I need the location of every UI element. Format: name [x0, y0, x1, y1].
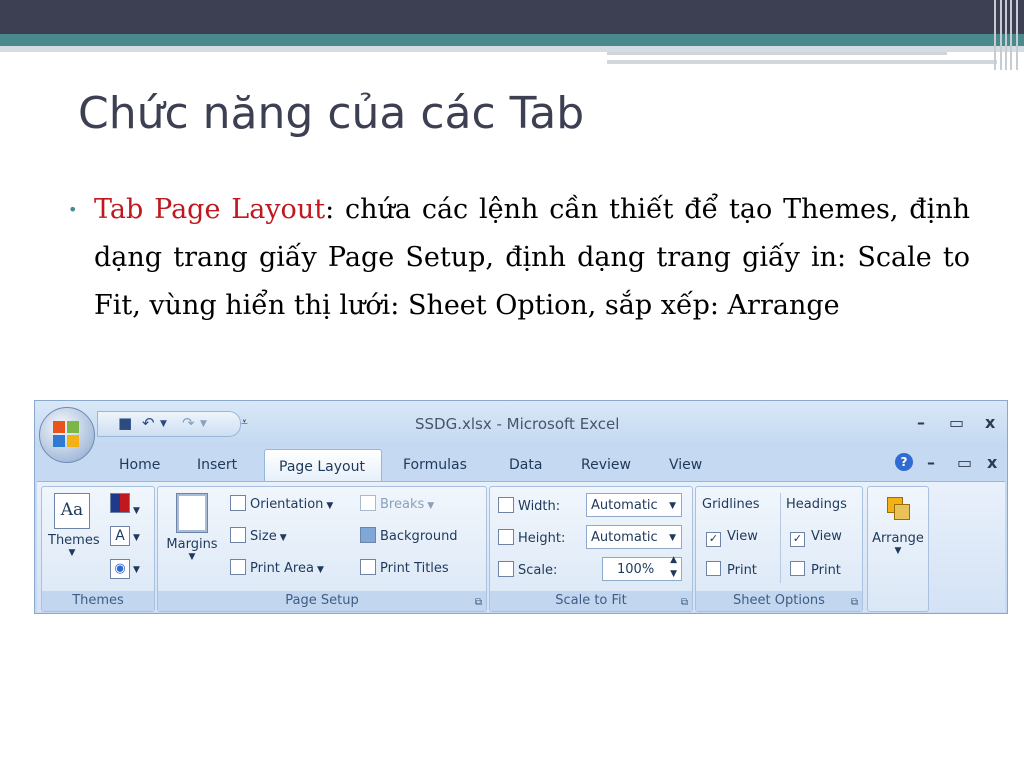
tab-page-layout-label: Page Layout: [279, 459, 365, 475]
minimize-button[interactable]: –: [917, 413, 925, 432]
save-icon[interactable]: ■: [118, 414, 132, 432]
width-select[interactable]: Automatic ▼: [586, 493, 682, 517]
redo-dropdown-icon[interactable]: ▼: [200, 419, 207, 429]
bullet-marker: •: [68, 200, 78, 219]
tab-data[interactable]: Data: [509, 457, 542, 473]
group-label-page-setup: Page Setup: [158, 591, 486, 611]
print-titles-button[interactable]: Print Titles: [360, 559, 449, 576]
orientation-icon: [230, 495, 246, 511]
bullet-lead: Tab Page Layout: [94, 194, 326, 225]
group-scale-to-fit: Width: Automatic ▼ Height: Automatic ▼ Sca…: [489, 486, 693, 612]
customize-icon[interactable]: ⩡: [241, 415, 248, 430]
margins-label: Margins: [166, 537, 218, 552]
group-arrange: Arrange ▼: [867, 486, 929, 612]
theme-effects-button[interactable]: ◉ ▼: [110, 557, 140, 579]
office-button[interactable]: [39, 407, 95, 463]
background-icon: [360, 527, 376, 543]
check-icon: ✓: [790, 532, 805, 547]
scale-label: Scale:: [498, 561, 557, 578]
breaks-button[interactable]: Breaks ▼: [360, 495, 434, 512]
group-label-scale-to-fit: Scale to Fit: [490, 591, 692, 611]
background-button[interactable]: Background: [360, 527, 458, 544]
help-icon[interactable]: ?: [895, 453, 913, 471]
breaks-icon: [360, 495, 376, 511]
workbook-restore-button[interactable]: ▭: [957, 453, 972, 472]
tab-review[interactable]: Review: [581, 457, 631, 473]
slide-header-bar: [0, 0, 1024, 34]
headings-print-checkbox[interactable]: Print: [790, 561, 841, 578]
effects-icon: ◉: [110, 559, 130, 579]
sheet-options-launcher-icon[interactable]: ⧉: [851, 597, 858, 608]
page-setup-launcher-icon[interactable]: ⧉: [475, 597, 482, 608]
theme-fonts-button[interactable]: A ▼: [110, 525, 140, 546]
tab-home[interactable]: Home: [119, 457, 160, 473]
colors-icon: [110, 493, 130, 513]
quick-access-toolbar: ■ ↶ ▼ ↷ ▼: [97, 411, 241, 437]
undo-icon[interactable]: ↶: [142, 414, 155, 432]
tab-page-layout[interactable]: Page Layout: [264, 449, 382, 484]
size-button[interactable]: Size ▼: [230, 527, 287, 544]
width-label: Width:: [498, 497, 560, 514]
print-area-icon: [230, 559, 246, 575]
close-button[interactable]: x: [985, 413, 995, 432]
group-label-sheet-options: Sheet Options: [696, 591, 862, 611]
arrange-icon: [883, 493, 913, 523]
width-icon: [498, 497, 514, 513]
tab-insert[interactable]: Insert: [197, 457, 237, 473]
scale-stepper[interactable]: 100% ▲ ▼: [602, 555, 682, 581]
workbook-minimize-button[interactable]: –: [927, 453, 935, 472]
spinner-icon: ▲ ▼: [670, 555, 677, 579]
group-themes: Aa Themes ▼ ▼ A ▼ ◉ ▼ Themes: [41, 486, 155, 612]
arrange-label: Arrange: [872, 531, 924, 546]
slide-light-line: [607, 52, 947, 55]
slide-title: Chức năng của các Tab: [78, 88, 585, 139]
print-area-button[interactable]: Print Area ▼: [230, 559, 324, 576]
headings-view-checkbox[interactable]: ✓ View: [790, 529, 842, 547]
size-icon: [230, 527, 246, 543]
divider: [780, 493, 781, 583]
themes-label: Themes: [48, 533, 100, 548]
arrange-button[interactable]: Arrange ▼: [870, 493, 926, 556]
gridlines-view-checkbox[interactable]: ✓ View: [706, 529, 758, 547]
undo-dropdown-icon[interactable]: ▼: [160, 419, 167, 429]
chevron-down-icon: ▼: [669, 501, 676, 511]
height-label: Height:: [498, 529, 565, 546]
gridlines-print-checkbox[interactable]: Print: [706, 561, 757, 578]
height-icon: [498, 529, 514, 545]
maximize-button[interactable]: ▭: [949, 413, 964, 432]
slide-accent-bar: [0, 34, 1024, 46]
print-titles-icon: [360, 559, 376, 575]
gridlines-header: Gridlines: [702, 497, 760, 512]
window-title: SSDG.xlsx - Microsoft Excel: [415, 415, 620, 433]
tab-view[interactable]: View: [669, 457, 702, 473]
theme-colors-button[interactable]: ▼: [110, 493, 140, 517]
margins-icon: [176, 493, 208, 533]
group-page-setup: Margins ▼ Orientation ▼ Size ▼ Print Area ▼…: [157, 486, 487, 612]
excel-window: ■ ↶ ▼ ↷ ▼ ⩡ SSDG.xlsx - Microsoft Excel …: [34, 400, 1008, 614]
workbook-close-button[interactable]: x: [987, 453, 997, 472]
ribbon: Aa Themes ▼ ▼ A ▼ ◉ ▼ Themes Margins ▼ Ori…: [37, 481, 1005, 612]
fonts-icon: A: [110, 526, 130, 546]
headings-header: Headings: [786, 497, 847, 512]
themes-icon: Aa: [54, 493, 90, 529]
themes-button[interactable]: Aa Themes ▼: [48, 493, 100, 558]
redo-icon[interactable]: ↷: [182, 414, 195, 432]
height-select[interactable]: Automatic ▼: [586, 525, 682, 549]
slide-corner-stripes: [992, 0, 1024, 70]
slide-light-line: [607, 60, 997, 64]
margins-button[interactable]: Margins ▼: [164, 493, 220, 562]
orientation-button[interactable]: Orientation ▼: [230, 495, 333, 512]
bullet-text: Tab Page Layout: chứa các lệnh cần thiết…: [94, 186, 970, 330]
chevron-down-icon: ▼: [669, 533, 676, 543]
group-label-themes: Themes: [42, 591, 154, 611]
office-logo-icon: [53, 421, 81, 449]
group-sheet-options: Gridlines ✓ View Print Headings ✓ View Pri…: [695, 486, 863, 612]
scale-icon: [498, 561, 514, 577]
check-icon: ✓: [706, 532, 721, 547]
tab-formulas[interactable]: Formulas: [403, 457, 467, 473]
scale-to-fit-launcher-icon[interactable]: ⧉: [681, 597, 688, 608]
